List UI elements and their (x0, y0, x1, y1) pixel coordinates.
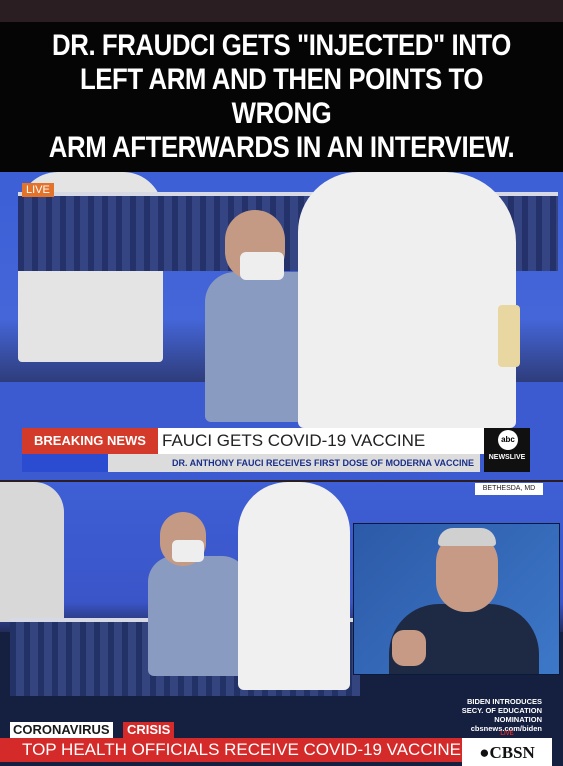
meme-image: DR. FRAUDCI GETS "INJECTED" INTO LEFT AR… (0, 0, 563, 766)
sanitizer-bottle (498, 305, 520, 367)
face-mask (240, 252, 284, 280)
interview-inset-video (353, 523, 560, 675)
seated-man-shirt-2 (148, 556, 248, 676)
meme-headline-text: DR. FRAUDCI GETS "INJECTED" INTO LEFT AR… (48, 29, 515, 164)
nurse-white-coat-2 (238, 482, 350, 690)
cbsn-logo-text: ●CBSN (479, 743, 535, 762)
nurse-white-coat (298, 172, 516, 428)
interview-man-hair (438, 528, 496, 546)
lower-third-subtitle-text: DR. ANTHONY FAUCI RECEIVES FIRST DOSE OF… (171, 458, 474, 468)
cbsn-live-text: LIVE (500, 731, 514, 737)
meme-headline: DR. FRAUDCI GETS "INJECTED" INTO LEFT AR… (0, 22, 563, 172)
cbsn-headline: TOP HEALTH OFFICIALS RECEIVE COVID-19 VA… (0, 738, 462, 762)
lower-third-subtitle: DR. ANTHONY FAUCI RECEIVES FIRST DOSE OF… (22, 454, 480, 472)
category-bar: CORONAVIRUS CRISIS (10, 722, 450, 738)
lower-third-title: FAUCI GETS COVID-19 VACCINE (158, 428, 484, 454)
abc-news-live-logo: abc NEWSLIVE (484, 428, 530, 472)
subtitle-stripe (22, 454, 108, 472)
interview-man-hand-pointing (392, 630, 426, 666)
face-mask-2 (172, 540, 204, 562)
abc-logo-icon: abc (498, 430, 518, 450)
category-label: CORONAVIRUS (10, 722, 113, 738)
abc-logo-sub: NEWSLIVE (488, 454, 526, 461)
abc-lower-third: BREAKING NEWS FAUCI GETS COVID-19 VACCIN… (22, 428, 530, 472)
category-crisis: CRISIS (123, 722, 175, 738)
breaking-news-label: BREAKING NEWS (22, 428, 158, 454)
location-tag: BETHESDA, MD (475, 483, 543, 495)
cbsn-logo: LIVE ●CBSN (462, 731, 552, 766)
live-badge: LIVE (22, 183, 54, 197)
person-white-coat-left-2 (0, 482, 64, 622)
